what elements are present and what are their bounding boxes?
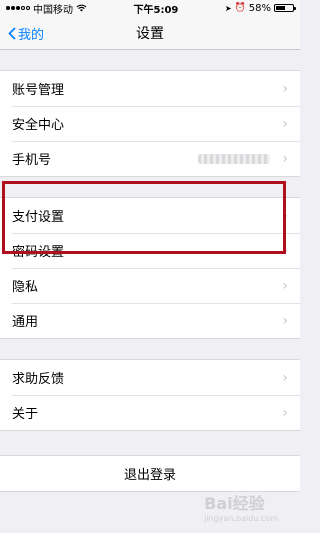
row-account-management[interactable]: 账号管理 › — [0, 71, 300, 106]
masked-phone-number — [198, 153, 271, 164]
status-bar: 中国移动 下午5:09 ➤ ⏰ 58% — [0, 0, 300, 16]
watermark-text: Bai经验 — [204, 494, 265, 513]
clock: 下午5:09 — [133, 4, 179, 16]
wifi-icon — [76, 4, 87, 12]
row-label: 求助反馈 — [12, 372, 65, 387]
chevron-right-icon: › — [282, 242, 288, 259]
row-security-center[interactable]: 安全中心 › — [0, 106, 300, 141]
settings-group-general: 支付设置 › 密码设置 › 隐私 › 通用 › — [0, 197, 300, 339]
chevron-right-icon: › — [282, 312, 288, 329]
row-payment-settings[interactable]: 支付设置 › — [0, 198, 300, 233]
row-phone-number[interactable]: 手机号 › — [0, 141, 300, 176]
chevron-right-icon: › — [282, 277, 288, 294]
row-label: 隐私 — [12, 280, 39, 295]
row-general[interactable]: 通用 › — [0, 303, 300, 338]
row-label: 通用 — [12, 315, 39, 330]
chevron-left-icon — [8, 26, 16, 40]
chevron-right-icon: › — [282, 150, 288, 167]
row-label: 密码设置 — [12, 245, 65, 260]
back-label: 我的 — [18, 27, 45, 43]
row-password-settings[interactable]: 密码设置 › — [0, 233, 300, 268]
chevron-right-icon: › — [282, 80, 288, 97]
row-label: 账号管理 — [12, 83, 65, 98]
alarm-icon: ⏰ — [234, 3, 246, 13]
location-icon: ➤ — [224, 3, 232, 13]
logout-label: 退出登录 — [123, 468, 176, 483]
row-about[interactable]: 关于 › — [0, 395, 300, 430]
back-button[interactable]: 我的 — [8, 16, 44, 50]
chevron-right-icon: › — [282, 207, 288, 224]
battery-icon — [274, 4, 296, 12]
baidu-jingyan-watermark: Bai经验 jingyan.baidu.com — [204, 490, 278, 523]
row-privacy[interactable]: 隐私 › — [0, 268, 300, 303]
navigation-bar: 我的 设置 — [0, 16, 300, 50]
chevron-right-icon: › — [282, 369, 288, 386]
settings-group-help: 求助反馈 › 关于 › — [0, 359, 300, 431]
chevron-right-icon: › — [282, 115, 288, 132]
signal-icon — [6, 6, 30, 10]
page-title: 设置 — [136, 25, 164, 42]
logout-button[interactable]: 退出登录 — [0, 455, 300, 492]
battery-percent: 58% — [248, 2, 271, 14]
chevron-right-icon: › — [282, 404, 288, 421]
row-label: 安全中心 — [12, 118, 65, 133]
row-label: 支付设置 — [12, 210, 65, 225]
row-label: 关于 — [12, 407, 39, 422]
carrier-name: 中国移动 — [33, 4, 73, 16]
row-label: 手机号 — [12, 153, 52, 168]
settings-group-account: 账号管理 › 安全中心 › 手机号 › — [0, 70, 300, 177]
row-help-feedback[interactable]: 求助反馈 › — [0, 360, 300, 395]
watermark-subtext: jingyan.baidu.com — [204, 514, 278, 523]
